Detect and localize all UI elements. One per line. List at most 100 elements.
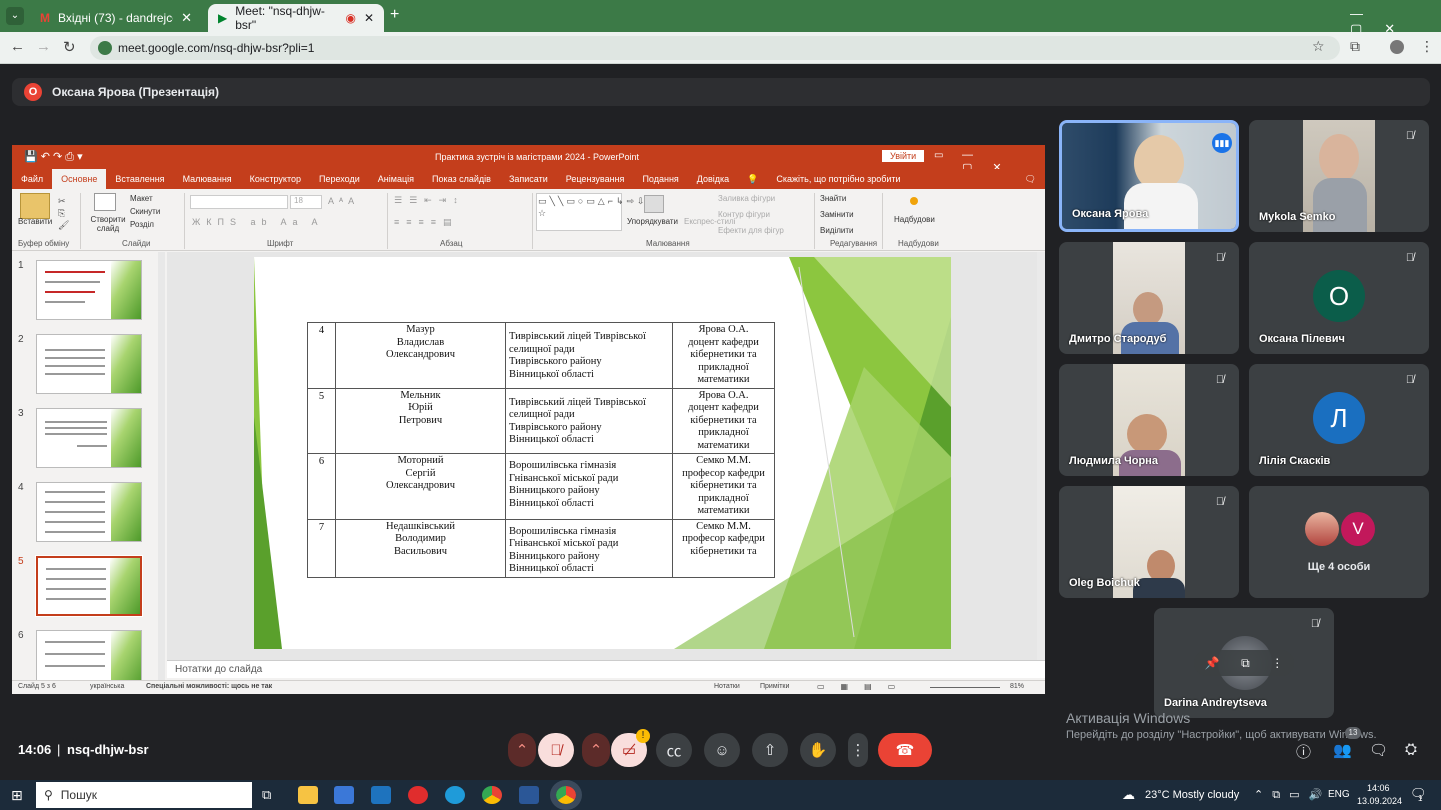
edge-icon[interactable] — [445, 786, 465, 804]
pin-icon[interactable]: 📌 — [1205, 656, 1220, 670]
mic-toggle-button[interactable]: 🎙̸ — [538, 733, 574, 767]
chat-icon[interactable]: 🗨 — [1369, 741, 1388, 759]
comments-icon[interactable]: 🗨 — [1016, 174, 1045, 185]
self-view-tile[interactable]: 📌 ⧉ ⋮ 🎙̸ Darina Andreytseva — [1154, 608, 1334, 718]
meeting-info-icon[interactable]: ⓘ — [1296, 741, 1311, 762]
clipboard-small-icons[interactable]: ✂ ⎘ 🖌 — [58, 195, 69, 231]
opera-icon[interactable] — [408, 786, 428, 804]
word-icon[interactable] — [519, 786, 539, 804]
more-options-button[interactable]: ⋮ — [848, 733, 868, 767]
thumbs-scrollbar[interactable] — [158, 252, 165, 680]
paste-button[interactable]: Вставити — [18, 217, 52, 226]
tab-meet[interactable]: ▶ Meet: "nsq-dhjw-bsr" ◉ ✕ — [208, 4, 384, 32]
bookmark-star-icon[interactable]: ☆ — [1312, 38, 1325, 55]
emoji-button[interactable]: ☺ — [704, 733, 740, 767]
tab-record[interactable]: Записати — [500, 174, 557, 184]
reset-button[interactable]: Скинути — [130, 207, 160, 216]
shapes-gallery[interactable]: ▭╲╲▭○▭△⌐↳⇨⇩{}☆ — [536, 193, 657, 231]
tab-search-icon[interactable]: ⌄ — [6, 7, 24, 25]
clock-date[interactable]: 13.09.2024 — [1357, 796, 1402, 806]
participant-tile[interactable]: О 🎙̸ Оксана Пілевич — [1249, 242, 1429, 354]
leave-call-button[interactable]: ☎ — [878, 733, 932, 767]
file-explorer-icon[interactable] — [298, 786, 318, 804]
tab-slideshow[interactable]: Показ слайдів — [423, 174, 500, 184]
start-icon[interactable]: ⊞ — [11, 787, 23, 804]
frame-icon[interactable]: ⧉ — [1241, 656, 1250, 671]
taskbar-search-box[interactable]: ⚲ Пошук — [36, 782, 252, 808]
shape-outline-button[interactable]: Контур фігури — [718, 210, 770, 219]
tab-file[interactable]: Файл — [12, 174, 52, 184]
font-grow-icons[interactable]: AᴬA — [328, 196, 359, 206]
chrome-icon[interactable] — [482, 786, 502, 804]
quick-access-icons[interactable]: 💾 ↶ ↷ ⎙ ▾ — [24, 150, 83, 164]
input-language[interactable]: ENG — [1328, 789, 1350, 800]
canvas-scrollbar[interactable] — [1037, 252, 1045, 660]
participant-tile[interactable]: 🎙̸ Mykola Semko — [1249, 120, 1429, 232]
video-options-chevron-icon[interactable]: ⌃ — [582, 733, 610, 767]
paste-icon[interactable] — [20, 193, 50, 219]
back-icon[interactable]: ← — [10, 38, 25, 55]
mail-icon[interactable] — [371, 786, 391, 804]
close-icon[interactable]: ✕ — [364, 11, 374, 25]
self-view-controls[interactable]: 📌 ⧉ ⋮ — [1194, 650, 1294, 676]
participant-tile-active-speaker[interactable]: ▮▮▮ Оксана Ярова — [1059, 120, 1239, 232]
notes-pane[interactable]: Нотатки до слайда — [167, 660, 1045, 678]
clock-time[interactable]: 14:06 — [1367, 783, 1390, 793]
tab-design[interactable]: Конструктор — [241, 174, 310, 184]
language-indicator[interactable]: українська — [90, 683, 124, 690]
site-info-icon[interactable] — [98, 41, 112, 55]
close-icon[interactable]: ✕ — [181, 10, 192, 26]
comments-button[interactable]: Примітки — [760, 683, 789, 690]
present-screen-button[interactable]: ⇧ — [752, 733, 788, 767]
slide-thumb-2[interactable] — [36, 334, 142, 394]
tell-me-field[interactable]: Скажіть, що потрібно зробити — [767, 174, 909, 184]
participant-tile[interactable]: 🎙̸ Oleg Boichuk — [1059, 486, 1239, 598]
layout-button[interactable]: Макет — [130, 194, 153, 203]
captions-button[interactable]: ㏄ — [656, 733, 692, 767]
more-participants-tile[interactable]: V Ще 4 особи — [1249, 486, 1429, 598]
paragraph-icons[interactable]: ☰☰⇤⇥↕ — [394, 195, 465, 206]
slide-thumb-3[interactable] — [36, 408, 142, 468]
participant-tile[interactable]: 🎙̸ Дмитро Стародуб — [1059, 242, 1239, 354]
addins-button[interactable]: Надбудови — [894, 215, 935, 224]
tab-animations[interactable]: Анімація — [369, 174, 423, 184]
raise-hand-button[interactable]: ✋ — [800, 733, 836, 767]
menu-dots-icon[interactable]: ⋮ — [1420, 38, 1434, 55]
url-field[interactable]: meet.google.com/nsq-dhjw-bsr?pli=1 — [90, 36, 1340, 60]
slide-thumb-1[interactable] — [36, 260, 142, 320]
participant-tile[interactable]: Л 🎙̸ Лілія Скаскiв — [1249, 364, 1429, 476]
reload-icon[interactable]: ↻ — [63, 38, 76, 56]
arrange-button[interactable]: Упорядкувати — [627, 217, 678, 226]
shape-fill-button[interactable]: Заливка фігури — [718, 194, 775, 203]
tab-help[interactable]: Довідка — [688, 174, 738, 184]
section-button[interactable]: Розділ — [130, 220, 154, 229]
new-tab-button[interactable]: + — [390, 6, 399, 24]
extensions-icon[interactable]: ⧉ — [1350, 38, 1360, 55]
task-view-icon[interactable]: ⧉ — [262, 787, 271, 803]
addins-icon[interactable] — [910, 197, 918, 205]
tab-insert[interactable]: Вставлення — [106, 174, 173, 184]
zoom-level[interactable]: 81% — [1010, 683, 1024, 690]
select-button[interactable]: Виділити — [820, 226, 854, 235]
new-slide-button[interactable]: Створити слайд — [88, 215, 128, 233]
signin-button[interactable]: Увійти — [882, 150, 925, 162]
activities-icon[interactable]: ⛭ — [1405, 741, 1417, 758]
tab-review[interactable]: Рецензування — [557, 174, 634, 184]
slide-thumb-4[interactable] — [36, 482, 142, 542]
arrange-icon[interactable] — [644, 195, 664, 213]
font-name-field[interactable] — [190, 195, 288, 209]
slide-thumb-5-selected[interactable] — [35, 555, 143, 617]
chrome-active-icon[interactable] — [550, 780, 582, 810]
font-size-field[interactable]: 18 — [290, 195, 322, 209]
weather-text[interactable]: 23°C Mostly cloudy — [1145, 789, 1239, 801]
ribbon-display-icon[interactable]: ▭ — [934, 150, 943, 161]
tab-transitions[interactable]: Переходи — [310, 174, 369, 184]
find-button[interactable]: Знайти — [820, 194, 846, 203]
audio-options-chevron-icon[interactable]: ⌃ — [508, 733, 536, 767]
notes-button[interactable]: Нотатки — [714, 683, 740, 690]
view-buttons[interactable]: ▭▦▤▭ — [817, 682, 911, 691]
tab-view[interactable]: Подання — [633, 174, 687, 184]
accessibility-status[interactable]: Спеціальні можливості: щось не так — [146, 683, 272, 690]
tab-gmail[interactable]: M Вхідні (73) - dandrejceva4@gm ✕ — [30, 4, 202, 32]
shape-effects-button[interactable]: Ефекти для фігур — [718, 226, 784, 235]
